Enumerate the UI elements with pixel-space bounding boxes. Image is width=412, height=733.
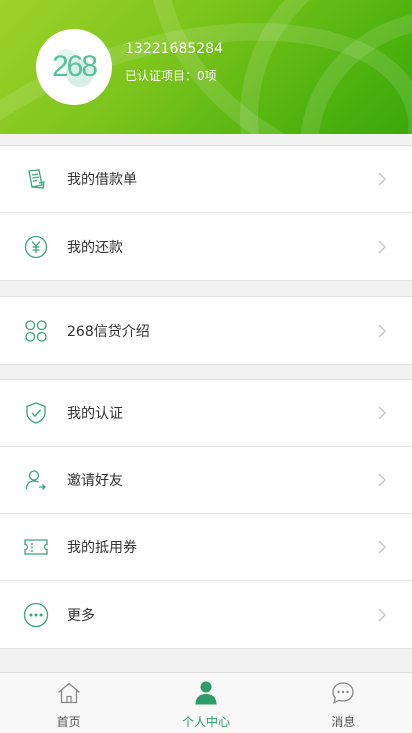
tab-label: 个人中心 xyxy=(181,715,230,729)
tab-label: 消息 xyxy=(331,715,356,729)
user-invite-icon xyxy=(23,467,49,493)
yuan-circle-icon xyxy=(23,234,49,260)
menu-item-label: 我的抵用券 xyxy=(67,540,137,556)
menu-item-label: 我的认证 xyxy=(67,406,123,422)
tab-home[interactable]: 首页 xyxy=(0,673,137,733)
chevron-right-icon xyxy=(378,540,386,554)
menu-item-268-intro[interactable]: 268信贷介绍 xyxy=(0,297,412,364)
menu-item-more[interactable]: 更多 xyxy=(0,581,412,648)
chevron-right-icon xyxy=(378,323,386,338)
certification-status: 已认证项目：0项 xyxy=(125,69,217,83)
menu-item-label: 我的借款单 xyxy=(67,172,137,188)
ticket-icon xyxy=(23,534,49,560)
menu-item-label: 我的还款 xyxy=(67,239,123,256)
more-dots-icon xyxy=(23,602,49,628)
chevron-right-icon xyxy=(378,473,386,487)
menu-group-account: 我的认证 邀请好友 我的抵用券 更多 xyxy=(0,379,412,649)
chevron-right-icon xyxy=(378,406,386,420)
menu-item-my-coupons[interactable]: 我的抵用券 xyxy=(0,514,412,581)
tab-label: 首页 xyxy=(56,715,81,729)
menu-item-label: 更多 xyxy=(67,607,95,624)
user-phone: 13221685284 xyxy=(125,41,223,57)
document-icon xyxy=(23,166,49,192)
profile-header: 268 13221685284 已认证项目：0项 xyxy=(0,0,412,134)
chevron-right-icon xyxy=(378,239,386,254)
menu-group-loans: 我的借款单 我的还款 xyxy=(0,145,412,281)
message-icon xyxy=(330,680,356,706)
avatar[interactable]: 268 xyxy=(36,29,112,105)
menu-item-label: 268信贷介绍 xyxy=(67,323,150,340)
grid-icon xyxy=(23,318,49,344)
shield-check-icon xyxy=(23,400,49,426)
menu-item-my-certification[interactable]: 我的认证 xyxy=(0,380,412,447)
bottom-tab-bar: 首页 个人中心 消息 xyxy=(0,672,412,733)
tab-messages[interactable]: 消息 xyxy=(275,673,412,733)
menu-item-label: 邀请好友 xyxy=(67,473,123,489)
chevron-right-icon xyxy=(378,607,386,622)
chevron-right-icon xyxy=(378,172,386,186)
tab-personal-center[interactable]: 个人中心 xyxy=(137,673,274,733)
menu-group-intro: 268信贷介绍 xyxy=(0,296,412,365)
home-icon xyxy=(56,680,82,706)
menu-item-my-loans[interactable]: 我的借款单 xyxy=(0,146,412,213)
person-icon xyxy=(193,680,219,706)
menu-item-my-repayment[interactable]: 我的还款 xyxy=(0,213,412,280)
avatar-logo-text: 268 xyxy=(51,50,98,83)
menu-item-invite-friends[interactable]: 邀请好友 xyxy=(0,447,412,514)
